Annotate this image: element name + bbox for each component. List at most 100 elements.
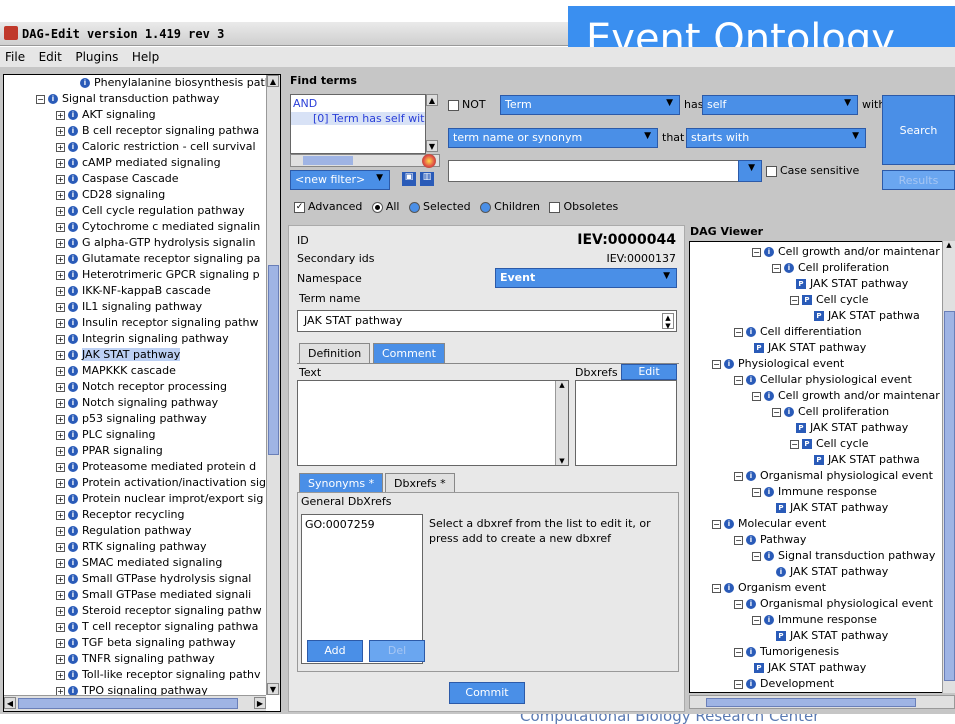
tree-node[interactable]: − i Cell differentiation (734, 324, 862, 340)
tree-node[interactable]: i JAK STAT pathway (776, 564, 888, 580)
tree-node[interactable]: + i PPAR signaling (4, 443, 266, 459)
tree-node[interactable]: + i AKT signaling (4, 107, 266, 123)
tree-node[interactable]: + i Toll-like receptor signaling pathv (4, 667, 266, 683)
tree-node[interactable]: + i Steroid receptor signaling pathw (4, 603, 266, 619)
tree-node[interactable]: − i Tumorigenesis (734, 644, 839, 660)
expand-icon[interactable]: + (56, 382, 65, 392)
expand-icon[interactable]: + (56, 222, 65, 232)
expand-icon[interactable]: + (56, 478, 65, 488)
expand-icon[interactable]: + (56, 430, 65, 440)
collapse-icon[interactable]: − (752, 391, 761, 401)
expand-icon[interactable]: + (56, 670, 65, 680)
tree-node[interactable]: P JAK STAT pathway (776, 500, 888, 516)
children-radio[interactable] (480, 201, 492, 213)
collapse-icon[interactable]: − (36, 94, 45, 104)
tree-node[interactable]: + i TNFR signaling pathway (4, 651, 266, 667)
tree-node[interactable]: + i Cytochrome c mediated signalin (4, 219, 266, 235)
selected-radio[interactable] (408, 201, 420, 213)
tree-node[interactable]: + i JAK STAT pathway (4, 347, 266, 363)
tree-node[interactable]: − P Cell cycle (790, 436, 869, 452)
expand-icon[interactable]: + (56, 158, 65, 168)
collapse-icon[interactable]: − (790, 439, 799, 449)
collapse-icon[interactable]: − (734, 647, 743, 657)
collapse-icon[interactable]: − (712, 519, 721, 529)
tree-node[interactable]: + i Notch receptor processing (4, 379, 266, 395)
expand-icon[interactable]: + (56, 526, 65, 536)
expand-icon[interactable]: + (56, 446, 65, 456)
dag-vertical-scrollbar[interactable]: ▲ (942, 241, 955, 693)
tree-node[interactable]: + i Caspase Cascade (4, 171, 266, 187)
dbxref-item[interactable]: GO:0007259 (305, 518, 375, 531)
scroll-up-arrow[interactable]: ▲ (943, 241, 955, 249)
edit-button[interactable]: Edit (621, 364, 677, 380)
tree-node[interactable]: + i p53 signaling pathway (4, 411, 266, 427)
collapse-icon[interactable]: − (790, 295, 799, 305)
expand-icon[interactable]: + (56, 302, 65, 312)
tree-node[interactable]: + i B cell receptor signaling pathwa (4, 123, 266, 139)
expand-icon[interactable]: + (56, 622, 65, 632)
expand-icon[interactable]: + (56, 270, 65, 280)
case-sensitive-checkbox[interactable] (766, 165, 777, 177)
expand-icon[interactable]: + (56, 414, 65, 424)
tree-node[interactable]: + i Receptor recycling (4, 507, 266, 523)
term-combo[interactable]: Term ▼ (500, 95, 680, 115)
comment-textarea[interactable]: ▲ ▼ (297, 380, 569, 466)
tree-node[interactable]: P JAK STAT pathwa (814, 308, 920, 324)
dbxrefs-list[interactable] (575, 380, 677, 466)
collapse-icon[interactable]: − (712, 359, 721, 369)
scroll-right-arrow[interactable]: ▶ (254, 697, 266, 709)
operator-combo[interactable]: starts with ▼ (686, 128, 866, 148)
tree-node[interactable]: + i Integrin signaling pathway (4, 331, 266, 347)
add-button[interactable]: Add (307, 640, 363, 662)
tree-node[interactable]: − P Cell cycle (790, 292, 869, 308)
all-radio[interactable] (371, 201, 383, 213)
expand-icon[interactable]: + (56, 606, 65, 616)
tree-node[interactable]: − i Cell growth and/or maintenar (752, 388, 940, 404)
tree-node[interactable]: + i IL1 signaling pathway (4, 299, 266, 315)
tree-node[interactable]: − i Signal transduction pathway (752, 548, 935, 564)
tree-node[interactable]: + i Heterotrimeric GPCR signaling p (4, 267, 266, 283)
tree-node[interactable]: + i IKK-NF-kappaB cascade (4, 283, 266, 299)
expand-icon[interactable]: + (56, 190, 65, 200)
filter-item[interactable]: [0] Term has self with (291, 112, 425, 125)
tree-node[interactable]: − i Development (734, 676, 834, 692)
collapse-icon[interactable]: − (734, 679, 743, 689)
not-checkbox-row[interactable]: NOT (448, 98, 486, 111)
tree-node[interactable]: − i Physiological event (712, 356, 844, 372)
tree-node[interactable]: P JAK STAT pathway (796, 420, 908, 436)
filter-scroll-down[interactable]: ▼ (426, 140, 438, 152)
spinner-icon[interactable]: ▲ ▼ (662, 313, 674, 330)
tree-node[interactable]: + i SMAC mediated signaling (4, 555, 266, 571)
tree-node[interactable]: + i Cell cycle regulation pathway (4, 203, 266, 219)
save-filter-icon[interactable]: ▣ (402, 172, 416, 186)
expand-icon[interactable]: + (56, 318, 65, 328)
tree-node[interactable]: − i Organismal physiological event (734, 468, 933, 484)
filter-tree[interactable]: AND [0] Term has self with (290, 94, 426, 154)
tab-dbxrefs[interactable]: Dbxrefs * (385, 473, 455, 493)
tree-node[interactable]: + i RTK signaling pathway (4, 539, 266, 555)
tree-node[interactable]: − i Organism event (712, 580, 826, 596)
results-button[interactable]: Results (882, 170, 955, 190)
collapse-icon[interactable]: − (734, 599, 743, 609)
tree-node[interactable]: − i Cell proliferation (772, 260, 889, 276)
tree-node[interactable]: + i Glutamate receptor signaling pa (4, 251, 266, 267)
expand-icon[interactable]: + (56, 350, 65, 360)
tree-node[interactable]: + i Small GTPase hydrolysis signal (4, 571, 266, 587)
tab-synonyms[interactable]: Synonyms * (299, 473, 384, 493)
expand-icon[interactable]: + (56, 110, 65, 120)
tree-node[interactable]: − i Cell proliferation (772, 404, 889, 420)
tree-node[interactable]: + i Caloric restriction - cell survival (4, 139, 266, 155)
tree-node[interactable]: P JAK STAT pathway (776, 628, 888, 644)
collapse-icon[interactable]: − (712, 583, 721, 593)
expand-icon[interactable]: + (56, 574, 65, 584)
filter-hscroll-thumb[interactable] (303, 156, 353, 165)
scroll-thumb[interactable] (268, 265, 279, 455)
expand-icon[interactable]: + (56, 542, 65, 552)
tree-node[interactable]: + i Proteasome mediated protein d (4, 459, 266, 475)
collapse-icon[interactable]: − (752, 247, 761, 257)
tree-node[interactable]: + i MAPKKK cascade (4, 363, 266, 379)
comment-scrollbar[interactable]: ▲ ▼ (555, 381, 568, 465)
tree-node[interactable]: P JAK STAT pathway (754, 340, 866, 356)
collapse-icon[interactable]: − (752, 615, 761, 625)
tree-node[interactable]: − i Molecular event (712, 516, 826, 532)
